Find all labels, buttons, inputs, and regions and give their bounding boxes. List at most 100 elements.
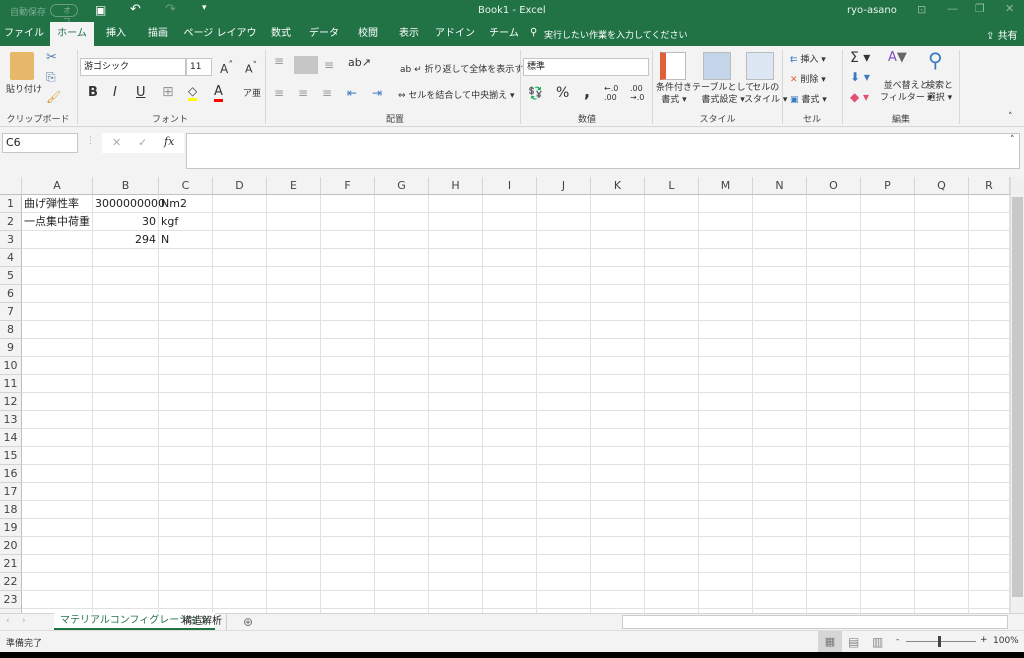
cell-A7[interactable] <box>22 303 93 321</box>
autosave-toggle[interactable]: オフ <box>50 4 78 26</box>
cell-G2[interactable] <box>375 213 429 231</box>
cell-L5[interactable] <box>645 267 699 285</box>
cell-J17[interactable] <box>537 483 591 501</box>
cell-L11[interactable] <box>645 375 699 393</box>
cell-O8[interactable] <box>807 321 861 339</box>
cell-H9[interactable] <box>429 339 483 357</box>
cell-C17[interactable] <box>159 483 213 501</box>
column-header-E[interactable]: E <box>267 177 321 195</box>
cell-A6[interactable] <box>22 285 93 303</box>
share-button[interactable]: ⇪ 共有 <box>986 27 1018 42</box>
cell-K2[interactable] <box>591 213 645 231</box>
cell-Q5[interactable] <box>915 267 969 285</box>
cell-A20[interactable] <box>22 537 93 555</box>
cell-C1[interactable]: Nm2 <box>159 195 213 213</box>
cell-E11[interactable] <box>267 375 321 393</box>
cell-O11[interactable] <box>807 375 861 393</box>
cell-C2[interactable]: kgf <box>159 213 213 231</box>
row-header-13[interactable]: 13 <box>0 411 22 429</box>
tab-formulas[interactable]: 数式 <box>262 22 300 46</box>
cell-M22[interactable] <box>699 573 753 591</box>
cell-L9[interactable] <box>645 339 699 357</box>
cell-N17[interactable] <box>753 483 807 501</box>
align-right-icon[interactable]: ≡ <box>322 86 332 100</box>
insert-function-button[interactable]: fx <box>164 135 174 148</box>
column-header-R[interactable]: R <box>969 177 1010 195</box>
cell-J3[interactable] <box>537 231 591 249</box>
cell-A11[interactable] <box>22 375 93 393</box>
cell-J8[interactable] <box>537 321 591 339</box>
cell-H13[interactable] <box>429 411 483 429</box>
cell-R4[interactable] <box>969 249 1010 267</box>
minimize-icon[interactable]: — <box>947 2 958 15</box>
cell-F6[interactable] <box>321 285 375 303</box>
cell-J11[interactable] <box>537 375 591 393</box>
cell-M9[interactable] <box>699 339 753 357</box>
middle-align-icon[interactable] <box>294 56 318 74</box>
cell-P22[interactable] <box>861 573 915 591</box>
cell-P7[interactable] <box>861 303 915 321</box>
cell-R15[interactable] <box>969 447 1010 465</box>
align-left-icon[interactable]: ≡ <box>274 86 284 100</box>
cell-F22[interactable] <box>321 573 375 591</box>
cell-C22[interactable] <box>159 573 213 591</box>
cell-Q19[interactable] <box>915 519 969 537</box>
cell-C12[interactable] <box>159 393 213 411</box>
zoom-in-button[interactable]: + <box>980 635 988 645</box>
cell-P11[interactable] <box>861 375 915 393</box>
cell-E17[interactable] <box>267 483 321 501</box>
cell-H6[interactable] <box>429 285 483 303</box>
cell-M17[interactable] <box>699 483 753 501</box>
cell-O14[interactable] <box>807 429 861 447</box>
row-header-18[interactable]: 18 <box>0 501 22 519</box>
cell-I10[interactable] <box>483 357 537 375</box>
close-icon[interactable]: ✕ <box>1005 2 1014 15</box>
cell-H14[interactable] <box>429 429 483 447</box>
page-break-view-icon[interactable]: ▥ <box>872 635 883 649</box>
row-header-9[interactable]: 9 <box>0 339 22 357</box>
find-select-button[interactable]: 検索と 選択 ▾ <box>926 80 953 104</box>
page-layout-view-icon[interactable]: ▤ <box>848 635 859 649</box>
cell-F7[interactable] <box>321 303 375 321</box>
conditional-format-icon[interactable] <box>660 52 686 80</box>
cell-D4[interactable] <box>213 249 267 267</box>
cell-M14[interactable] <box>699 429 753 447</box>
cell-O2[interactable] <box>807 213 861 231</box>
cell-B1[interactable]: 3000000000 <box>93 195 165 213</box>
cell-I5[interactable] <box>483 267 537 285</box>
cell-A10[interactable] <box>22 357 93 375</box>
cell-G3[interactable] <box>375 231 429 249</box>
cell-G23[interactable] <box>375 591 429 609</box>
cell-B18[interactable] <box>93 501 159 519</box>
cell-P12[interactable] <box>861 393 915 411</box>
cell-M7[interactable] <box>699 303 753 321</box>
cell-P5[interactable] <box>861 267 915 285</box>
cell-G10[interactable] <box>375 357 429 375</box>
cut-icon[interactable]: ✂ <box>46 50 57 65</box>
cell-I22[interactable] <box>483 573 537 591</box>
cell-R21[interactable] <box>969 555 1010 573</box>
cell-D12[interactable] <box>213 393 267 411</box>
cell-G6[interactable] <box>375 285 429 303</box>
percent-button[interactable]: % <box>556 85 569 101</box>
cell-E13[interactable] <box>267 411 321 429</box>
cell-N4[interactable] <box>753 249 807 267</box>
cell-F2[interactable] <box>321 213 375 231</box>
cell-Q15[interactable] <box>915 447 969 465</box>
underline-button[interactable]: U <box>136 85 146 100</box>
cell-H8[interactable] <box>429 321 483 339</box>
vertical-scroll-thumb[interactable] <box>1012 197 1023 597</box>
cell-G12[interactable] <box>375 393 429 411</box>
cell-P15[interactable] <box>861 447 915 465</box>
ribbon-display-icon[interactable]: ⊡ <box>917 3 926 16</box>
insert-cells-button[interactable]: ⇇ 挿入 ▾ <box>790 52 826 65</box>
sheet-nav-prev-icon[interactable]: ‹ <box>6 616 10 626</box>
cell-O23[interactable] <box>807 591 861 609</box>
sort-filter-icon[interactable]: A▼ <box>888 50 907 65</box>
cell-P13[interactable] <box>861 411 915 429</box>
cell-R16[interactable] <box>969 465 1010 483</box>
cell-A2[interactable]: 一点集中荷重 <box>22 213 93 231</box>
cell-I19[interactable] <box>483 519 537 537</box>
cell-A13[interactable] <box>22 411 93 429</box>
cell-N11[interactable] <box>753 375 807 393</box>
